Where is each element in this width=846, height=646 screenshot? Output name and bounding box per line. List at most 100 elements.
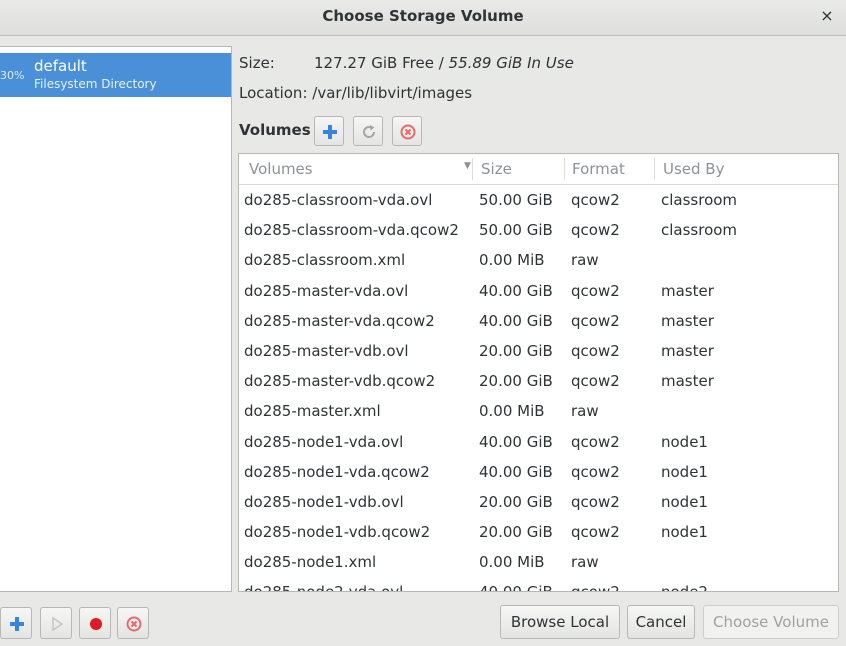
volume-size: 40.00 GiB [479, 281, 553, 300]
volumes-table[interactable]: Volumes ▼ Size Format Used By do285-clas… [238, 153, 839, 592]
volumes-toolbar-label: Volumes [239, 121, 311, 139]
table-row[interactable]: do285-master-vdb.ovl 20.00 GiB qcow2 master [239, 336, 838, 366]
table-row[interactable]: do285-classroom-vda.qcow2 50.00 GiB qcow2 c… [239, 215, 838, 245]
volume-name: do285-node1-vda.qcow2 [244, 462, 430, 481]
volume-size: 40.00 GiB [479, 311, 553, 330]
volume-format: qcow2 [571, 492, 620, 511]
add-pool-icon [10, 617, 24, 631]
volume-name: do285-master-vdb.qcow2 [244, 372, 436, 391]
pool-type: Filesystem Directory [34, 77, 157, 91]
table-row[interactable]: do285-node1-vdb.ovl 20.00 GiB qcow2 node1 [239, 487, 838, 517]
column-header-size[interactable]: Size [481, 160, 512, 178]
volume-size: 20.00 GiB [479, 372, 553, 391]
volume-format: qcow2 [571, 432, 620, 451]
table-row[interactable]: do285-classroom-vda.ovl 50.00 GiB qcow2 cla… [239, 185, 838, 215]
delete-pool-button[interactable] [117, 607, 149, 639]
table-row[interactable]: do285-node1-vda.ovl 40.00 GiB qcow2 node1 [239, 427, 838, 457]
volume-name: do285-classroom-vda.qcow2 [244, 221, 459, 240]
table-row[interactable]: do285-node2-vda.ovl 40.00 GiB qcow2 node2 [239, 577, 838, 591]
table-header: Volumes ▼ Size Format Used By [239, 154, 838, 185]
add-pool-button[interactable] [0, 607, 32, 639]
volume-size: 0.00 MiB [479, 251, 545, 270]
size-free: 127.27 GiB Free [314, 54, 434, 72]
volume-name: do285-master-vdb.ovl [244, 341, 409, 360]
stop-pool-button[interactable] [79, 607, 111, 639]
volume-used-by: classroom [661, 221, 738, 240]
volume-format: qcow2 [571, 523, 620, 542]
start-pool-button[interactable] [40, 607, 72, 639]
volume-used-by: node1 [661, 462, 708, 481]
volume-name: do285-node1-vdb.ovl [244, 492, 404, 511]
volume-size: 40.00 GiB [479, 432, 553, 451]
volume-size: 50.00 GiB [479, 191, 553, 209]
volume-used-by: master [661, 311, 714, 330]
volume-used-by: node1 [661, 492, 708, 511]
window-title: Choose Storage Volume [322, 7, 524, 25]
size-label: Size: [239, 54, 275, 72]
volume-name: do285-master-vda.qcow2 [244, 311, 435, 330]
table-row[interactable]: do285-master-vdb.qcow2 20.00 GiB qcow2 mast… [239, 366, 838, 396]
volume-size: 0.00 MiB [479, 402, 545, 421]
pool-item-default[interactable]: 30% default Filesystem Directory [0, 53, 231, 97]
title-bar: Choose Storage Volume × [0, 0, 846, 36]
cancel-button[interactable]: Cancel [627, 605, 695, 639]
location-info: Location: /var/lib/libvirt/images [239, 84, 472, 102]
column-header-format[interactable]: Format [572, 160, 625, 178]
volume-format: qcow2 [571, 191, 620, 209]
volume-used-by: node2 [661, 583, 708, 591]
volume-used-by: master [661, 372, 714, 391]
sort-descending-icon: ▼ [464, 161, 471, 171]
add-volume-icon [323, 125, 337, 139]
refresh-volumes-button[interactable] [353, 116, 383, 146]
size-info: Size: 127.27 GiB Free / 55.89 GiB In Use [239, 54, 574, 72]
table-row[interactable]: do285-master-vda.qcow2 40.00 GiB qcow2 mast… [239, 306, 838, 336]
volume-format: qcow2 [571, 372, 620, 391]
location-value: /var/lib/libvirt/images [312, 84, 473, 102]
volume-used-by: node1 [661, 432, 708, 451]
table-row[interactable]: do285-master-vda.ovl 40.00 GiB qcow2 master [239, 276, 838, 306]
volume-size: 50.00 GiB [479, 221, 553, 240]
delete-volume-icon [400, 124, 416, 140]
volume-size: 0.00 MiB [479, 553, 545, 572]
column-header-used-by[interactable]: Used By [663, 160, 724, 178]
volume-name: do285-classroom-vda.ovl [244, 191, 433, 209]
volume-size: 40.00 GiB [479, 583, 553, 591]
volume-size: 20.00 GiB [479, 341, 553, 360]
size-inuse: 55.89 GiB In Use [448, 54, 574, 72]
volume-used-by: master [661, 341, 714, 360]
volume-size: 40.00 GiB [479, 462, 553, 481]
volume-name: do285-master-vda.ovl [244, 281, 409, 300]
delete-volume-button[interactable] [392, 116, 422, 146]
column-header-volumes[interactable]: Volumes ▼ [249, 160, 471, 178]
volume-format: qcow2 [571, 221, 620, 240]
volume-format: qcow2 [571, 311, 620, 330]
stop-pool-icon [90, 618, 102, 630]
start-pool-icon [52, 616, 64, 632]
pool-list[interactable]: 30% default Filesystem Directory [0, 46, 232, 592]
location-label: Location: [239, 84, 308, 102]
volume-used-by: classroom [661, 191, 738, 209]
close-icon[interactable]: × [816, 5, 838, 27]
volume-format: qcow2 [571, 583, 620, 591]
browse-local-button[interactable]: Browse Local [500, 605, 620, 639]
add-volume-button[interactable] [314, 116, 344, 146]
volume-name: do285-master.xml [244, 402, 381, 421]
volume-name: do285-node1.xml [244, 553, 377, 572]
volume-used-by: node1 [661, 523, 708, 542]
size-separator: / [433, 54, 449, 72]
volume-size: 20.00 GiB [479, 492, 553, 511]
table-row[interactable]: do285-node1-vdb.qcow2 20.00 GiB qcow2 node1 [239, 517, 838, 547]
volume-format: raw [571, 553, 599, 572]
volume-used-by: master [661, 281, 714, 300]
volume-format: qcow2 [571, 462, 620, 481]
pool-usage: 30% [0, 69, 25, 82]
choose-volume-button[interactable]: Choose Volume [703, 605, 839, 639]
pool-name: default [34, 57, 87, 75]
table-row[interactable]: do285-master.xml 0.00 MiB raw [239, 396, 838, 426]
table-body: do285-classroom-vda.ovl 50.00 GiB qcow2 cla… [239, 185, 838, 591]
table-row[interactable]: do285-classroom.xml 0.00 MiB raw [239, 245, 838, 275]
volume-format: raw [571, 251, 599, 270]
table-row[interactable]: do285-node1.xml 0.00 MiB raw [239, 547, 838, 577]
table-row[interactable]: do285-node1-vda.qcow2 40.00 GiB qcow2 node1 [239, 457, 838, 487]
volume-name: do285-classroom.xml [244, 251, 406, 270]
